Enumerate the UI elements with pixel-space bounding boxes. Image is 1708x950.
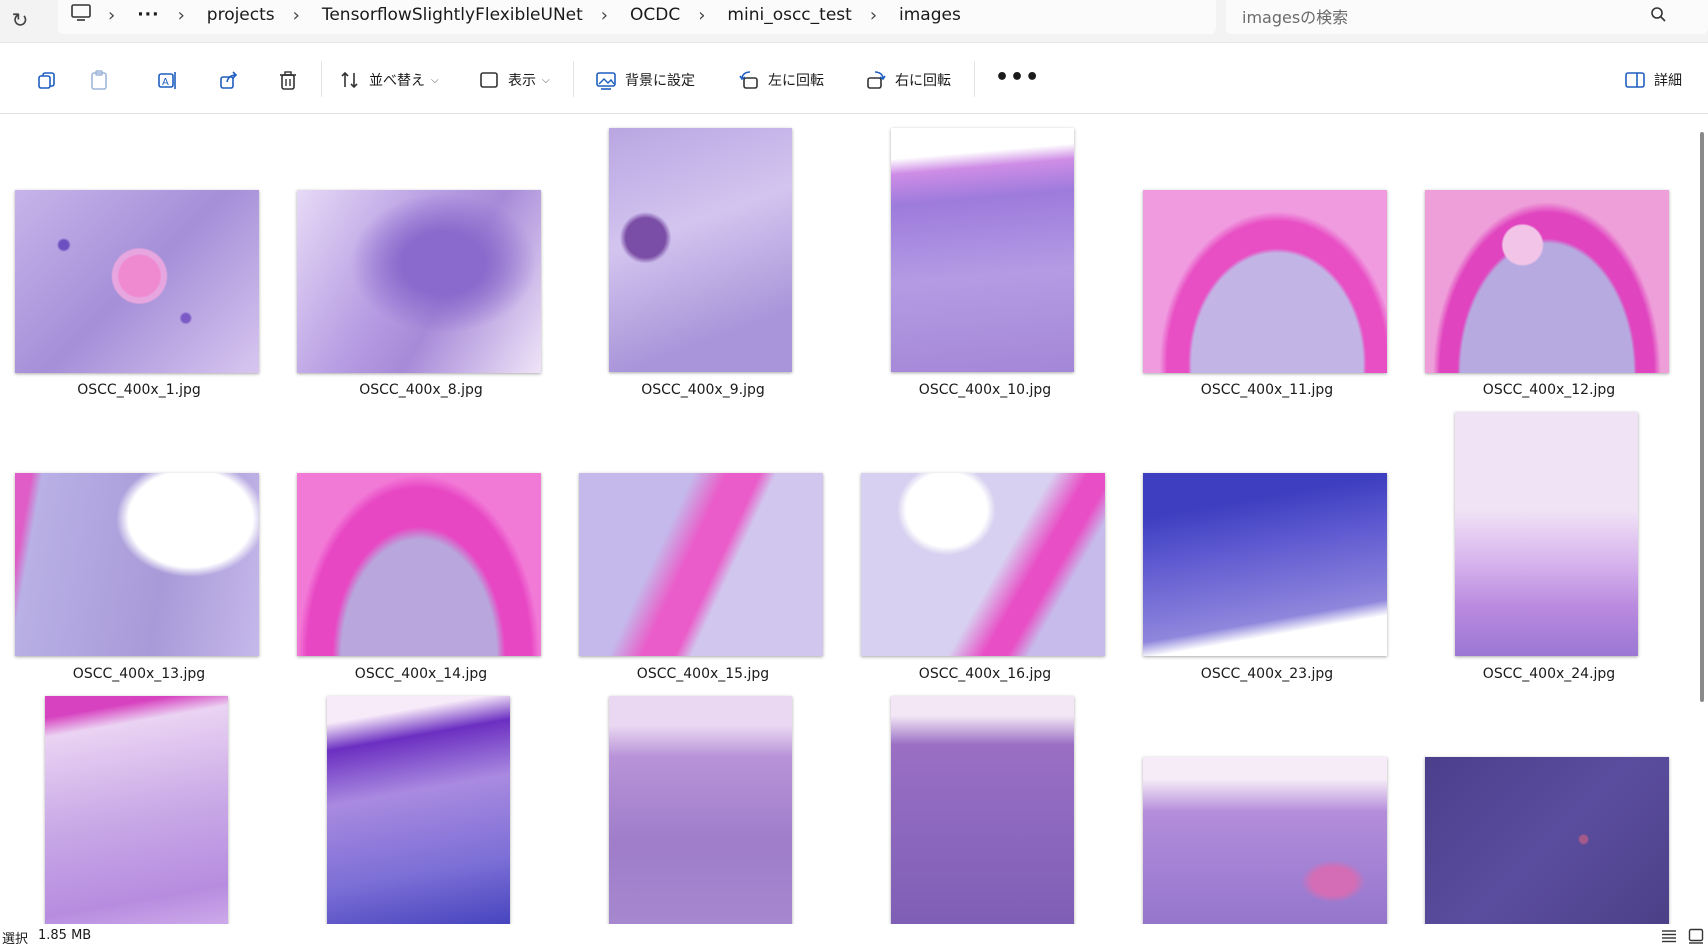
file-name: OSCC_400x_1.jpg xyxy=(77,382,201,398)
details-pane-icon xyxy=(1625,72,1645,88)
image-thumbnail[interactable] xyxy=(609,696,792,924)
copy-icon xyxy=(38,72,55,89)
refresh-icon[interactable]: ↻ xyxy=(6,6,34,34)
file-name: OSCC_400x_10.jpg xyxy=(918,382,1052,398)
file-name: OSCC_400x_15.jpg xyxy=(636,666,770,682)
copy-button[interactable] xyxy=(36,67,58,93)
rotate-left-icon xyxy=(739,71,758,89)
vertical-scrollbar[interactable] xyxy=(1697,114,1708,924)
image-thumbnail[interactable] xyxy=(891,696,1074,924)
chevron-right-icon[interactable]: › xyxy=(108,5,115,26)
image-thumbnail[interactable] xyxy=(327,696,510,924)
paste-button[interactable] xyxy=(88,67,110,93)
file-name: OSCC_400x_12.jpg xyxy=(1482,382,1616,398)
breadcrumb-item-tensorflow[interactable]: TensorflowSlightlyFlexibleUNet xyxy=(322,5,583,25)
rename-icon: A xyxy=(158,72,176,89)
set-background-label: 背景に設定 xyxy=(625,73,695,89)
image-thumbnail[interactable] xyxy=(297,190,541,373)
image-thumbnail[interactable] xyxy=(1455,412,1638,656)
chevron-right-icon[interactable]: › xyxy=(293,5,300,26)
svg-text:A: A xyxy=(162,77,169,88)
chevron-right-icon[interactable]: › xyxy=(178,5,185,26)
toolbar-divider xyxy=(974,61,975,97)
image-thumbnail[interactable] xyxy=(1143,757,1387,924)
sort-button[interactable]: 並べ替え ⌵ xyxy=(339,67,439,93)
scrollbar-thumb[interactable] xyxy=(1700,132,1704,702)
rotate-right-button[interactable]: 右に回転 xyxy=(865,67,951,93)
details-view-icon[interactable] xyxy=(1661,929,1677,943)
image-thumbnail[interactable] xyxy=(609,128,792,372)
image-thumbnail[interactable] xyxy=(1425,757,1669,924)
details-label: 詳細 xyxy=(1654,73,1682,89)
image-thumbnail[interactable] xyxy=(297,473,541,656)
image-thumbnail[interactable] xyxy=(891,128,1074,372)
search-box[interactable]: imagesの検索 xyxy=(1226,0,1708,34)
rotate-right-icon xyxy=(867,71,886,89)
breadcrumb-item-mini-oscc-test[interactable]: mini_oscc_test xyxy=(727,5,851,25)
image-thumbnail[interactable] xyxy=(1425,190,1669,373)
file-grid: OSCC_400x_1.jpg OSCC_400x_8.jpg OSCC_400… xyxy=(0,114,1695,924)
file-name: OSCC_400x_23.jpg xyxy=(1200,666,1334,682)
file-name: OSCC_400x_9.jpg xyxy=(641,382,765,398)
file-name: OSCC_400x_24.jpg xyxy=(1482,666,1616,682)
large-icons-view-icon[interactable] xyxy=(1688,928,1704,944)
chevron-right-icon[interactable]: › xyxy=(870,5,877,26)
chevron-right-icon[interactable]: › xyxy=(698,5,705,26)
file-name: OSCC_400x_16.jpg xyxy=(918,666,1052,682)
file-name: OSCC_400x_14.jpg xyxy=(354,666,488,682)
image-thumbnail[interactable] xyxy=(15,190,259,373)
details-button[interactable]: 詳細 xyxy=(1624,67,1682,93)
chevron-down-icon: ⌵ xyxy=(431,74,439,86)
wallpaper-icon xyxy=(596,72,616,90)
command-bar: A 並べ替え ⌵ 表示 ⌵ 背景に設定 左に回転 右に回転 ••• 詳細 xyxy=(0,43,1708,114)
rename-button[interactable]: A xyxy=(156,67,178,93)
file-name: OSCC_400x_11.jpg xyxy=(1200,382,1334,398)
breadcrumb-overflow[interactable]: ··· xyxy=(137,5,159,25)
view-label: 表示 xyxy=(508,73,536,89)
share-icon xyxy=(220,71,238,89)
search-icon[interactable] xyxy=(1650,6,1668,24)
view-button[interactable]: 表示 ⌵ xyxy=(478,67,550,93)
file-name: OSCC_400x_8.jpg xyxy=(359,382,483,398)
chevron-right-icon[interactable]: › xyxy=(601,5,608,26)
trash-icon xyxy=(280,71,296,90)
search-input[interactable]: imagesの検索 xyxy=(1242,4,1348,28)
delete-button[interactable] xyxy=(277,67,299,93)
image-thumbnail[interactable] xyxy=(861,473,1105,656)
rotate-left-label: 左に回転 xyxy=(768,73,824,89)
share-button[interactable] xyxy=(218,67,240,93)
status-bar: 選択 1.85 MB xyxy=(0,924,1708,950)
image-thumbnail[interactable] xyxy=(1143,473,1387,656)
set-background-button[interactable]: 背景に設定 xyxy=(595,67,695,93)
rotate-right-label: 右に回転 xyxy=(895,73,951,89)
breadcrumb-item-projects[interactable]: projects xyxy=(207,5,275,25)
image-thumbnail[interactable] xyxy=(15,473,259,656)
breadcrumb-item-ocdc[interactable]: OCDC xyxy=(630,5,680,25)
more-options-button[interactable]: ••• xyxy=(995,65,1040,90)
sort-icon xyxy=(341,71,358,89)
address-bar: ↻ › ··· › projects › TensorflowSlightlyF… xyxy=(0,0,1708,43)
image-thumbnail[interactable] xyxy=(1143,190,1387,373)
selection-label: 選択 xyxy=(2,932,29,947)
image-thumbnail[interactable] xyxy=(45,696,228,924)
rotate-left-button[interactable]: 左に回転 xyxy=(738,67,824,93)
toolbar-divider xyxy=(321,61,322,97)
paste-icon xyxy=(91,70,107,90)
chevron-down-icon: ⌵ xyxy=(542,74,550,86)
breadcrumb[interactable]: › ··· › projects › TensorflowSlightlyFle… xyxy=(58,0,1216,34)
sort-label: 並べ替え xyxy=(369,73,425,89)
breadcrumb-item-images[interactable]: images xyxy=(899,5,961,25)
selection-size: 1.85 MB xyxy=(38,928,92,943)
this-pc-icon[interactable] xyxy=(70,3,92,23)
image-thumbnail[interactable] xyxy=(579,473,823,656)
file-name: OSCC_400x_13.jpg xyxy=(72,666,206,682)
toolbar-divider xyxy=(573,61,574,97)
view-icon xyxy=(480,72,498,88)
